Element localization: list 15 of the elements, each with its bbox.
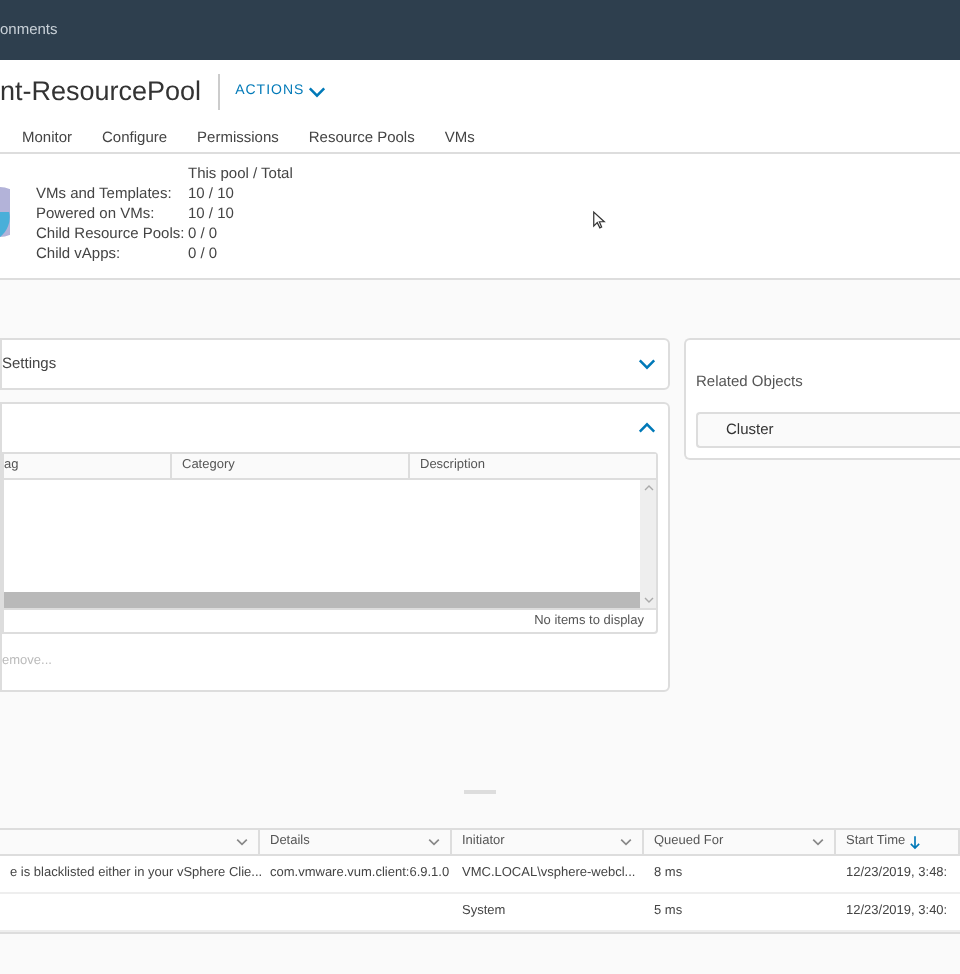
filter-caret-icon[interactable] (236, 838, 248, 846)
scroll-up-icon[interactable] (643, 484, 653, 492)
filter-caret-icon[interactable] (620, 838, 632, 846)
filter-caret-icon[interactable] (428, 838, 440, 846)
expand-icon[interactable] (638, 358, 656, 370)
resource-pool-icon (0, 182, 10, 242)
scroll-down-icon[interactable] (643, 596, 653, 604)
filter-caret-icon[interactable] (812, 838, 824, 846)
vertical-scrollbar[interactable] (640, 480, 656, 608)
sort-arrow-icon (909, 835, 920, 849)
caret-icon[interactable] (308, 86, 327, 98)
mouse-pointer-icon (592, 210, 607, 230)
page-title: nt-ResourcePool (0, 73, 202, 110)
collapse-icon[interactable] (638, 422, 656, 434)
horizontal-scrollbar[interactable] (4, 592, 640, 608)
